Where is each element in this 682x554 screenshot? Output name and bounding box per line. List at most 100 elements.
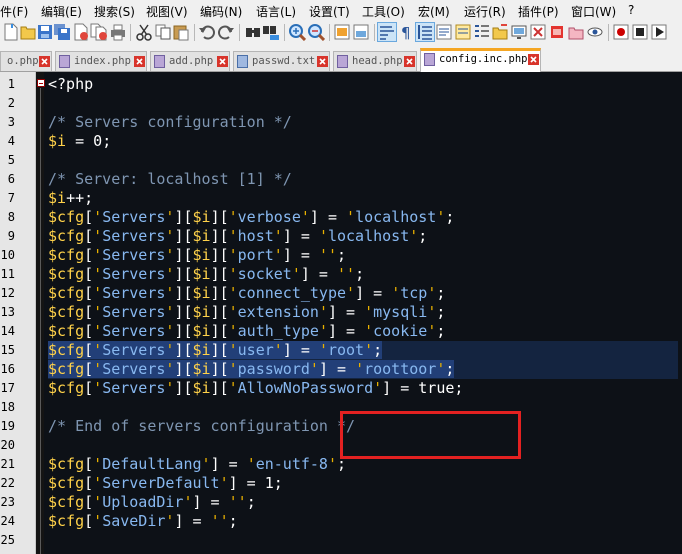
zoom-out-icon[interactable]	[307, 23, 325, 41]
code-line[interactable]: <?php	[48, 75, 678, 94]
stop-record-icon[interactable]	[548, 23, 566, 41]
code-line[interactable]: $cfg['UploadDir'] = '';	[48, 493, 678, 512]
tab-passwd-txt[interactable]: passwd.txt	[233, 51, 330, 71]
indent-guide-icon[interactable]	[415, 22, 435, 42]
line-number: 1	[7, 77, 15, 91]
close-tab-icon[interactable]	[528, 54, 539, 65]
menu-run[interactable]: 运行(R)	[464, 3, 506, 20]
close-all-icon[interactable]	[90, 23, 108, 41]
close-tab-icon[interactable]	[317, 56, 328, 67]
menu-plugins[interactable]: 插件(P)	[518, 3, 559, 20]
menu-help[interactable]: ?	[628, 3, 634, 17]
stop-record-icon[interactable]	[631, 23, 649, 41]
close-tab-icon[interactable]	[217, 56, 228, 67]
code-line[interactable]: $i = 0;	[48, 132, 678, 151]
code-line[interactable]: $cfg['Servers'][$i]['user'] = 'root';	[48, 341, 678, 360]
line-number: 11	[0, 267, 15, 281]
line-number: 16	[0, 362, 15, 376]
close-file-icon[interactable]	[72, 23, 90, 41]
code-line[interactable]: $cfg['Servers'][$i]['auth_type'] = 'cook…	[48, 322, 678, 341]
save-icon[interactable]	[36, 23, 54, 41]
show-all-chars-icon[interactable]: ¶	[397, 23, 415, 41]
function-list-icon[interactable]	[473, 23, 491, 41]
code-line[interactable]: $cfg['Servers'][$i]['host'] = 'localhost…	[48, 227, 678, 246]
menu-settings[interactable]: 设置(T)	[309, 3, 350, 20]
code-line-text: $cfg['Servers'][$i]['port'] = '';	[48, 246, 347, 264]
code-line[interactable]: $cfg['Servers'][$i]['socket'] = '';	[48, 265, 678, 284]
folder-workspace-icon[interactable]	[491, 23, 509, 41]
undo-icon[interactable]	[198, 23, 216, 41]
code-line[interactable]: $cfg['ServerDefault'] = 1;	[48, 474, 678, 493]
code-line[interactable]: $cfg['Servers'][$i]['port'] = '';	[48, 246, 678, 265]
code-line[interactable]	[48, 531, 678, 550]
paste-icon[interactable]	[172, 23, 190, 41]
menu-language[interactable]: 语言(L)	[256, 3, 296, 20]
code-line-text: /* End of servers configuration */	[48, 417, 356, 435]
document-icon	[337, 55, 348, 68]
new-file-icon[interactable]	[2, 23, 20, 41]
code-line[interactable]: $cfg['Servers'][$i]['verbose'] = 'localh…	[48, 208, 678, 227]
find-icon[interactable]	[244, 23, 262, 41]
document-icon	[237, 55, 248, 68]
open-file-icon[interactable]	[19, 23, 37, 41]
save-all-icon[interactable]	[53, 23, 71, 41]
code-line-text: $cfg['UploadDir'] = '';	[48, 493, 256, 511]
close-tab-icon[interactable]	[134, 56, 145, 67]
code-line-text: /* Servers configuration */	[48, 113, 292, 131]
code-line[interactable]	[48, 94, 678, 113]
code-editor[interactable]: 1 2 3 4 5 6 7 8 9 10 11 12 13 14 15 16 17 18 19 20 21 22 23 24 2…	[0, 72, 682, 554]
code-line[interactable]: $cfg['Servers'][$i]['connect_type'] = 't…	[48, 284, 678, 303]
code-line[interactable]: $cfg['Servers'][$i]['password'] = 'roott…	[48, 360, 678, 379]
print-icon[interactable]	[109, 23, 127, 41]
language-icon[interactable]	[435, 23, 453, 41]
playback-icon[interactable]	[650, 23, 668, 41]
menu-view[interactable]: 视图(V)	[146, 3, 188, 20]
sync-horizontal-icon[interactable]	[352, 23, 370, 41]
code-line[interactable]: /* Servers configuration */	[48, 113, 678, 132]
svg-text:¶: ¶	[401, 24, 411, 41]
replace-icon[interactable]	[262, 23, 280, 41]
line-number: 18	[0, 400, 15, 414]
menu-file[interactable]: 件(F)	[0, 3, 28, 20]
redo-icon[interactable]	[217, 23, 235, 41]
toolbar-separator	[239, 24, 240, 41]
line-number: 6	[7, 172, 15, 186]
code-line-text: $cfg['DefaultLang'] = 'en-utf-8';	[48, 455, 347, 473]
code-line[interactable]: /* Server: localhost [1] */	[48, 170, 678, 189]
close-tab-icon[interactable]	[39, 56, 50, 67]
copy-icon[interactable]	[154, 23, 172, 41]
fold-collapse-icon[interactable]	[37, 79, 45, 87]
tab-add-php[interactable]: add.php	[150, 51, 230, 71]
menu-tools[interactable]: 工具(O)	[362, 3, 405, 20]
code-line-text: $cfg['Servers'][$i]['user'] = 'root';	[48, 341, 383, 359]
menu-window[interactable]: 窗口(W)	[571, 3, 616, 20]
doc-map-icon[interactable]	[454, 23, 472, 41]
close-tab-icon[interactable]	[404, 56, 415, 67]
zoom-in-icon[interactable]	[288, 23, 306, 41]
record-macro-icon[interactable]	[529, 23, 547, 41]
sync-vertical-icon[interactable]	[333, 23, 351, 41]
eye-icon[interactable]	[586, 23, 604, 41]
line-number: 24	[0, 514, 15, 528]
menu-macro[interactable]: 宏(M)	[418, 3, 450, 20]
code-line[interactable]: $cfg['Servers'][$i]['AllowNoPassword'] =…	[48, 379, 678, 398]
code-line[interactable]: $cfg['Servers'][$i]['extension'] = 'mysq…	[48, 303, 678, 322]
line-number: 2	[7, 96, 15, 110]
folder-tree-icon[interactable]	[567, 23, 585, 41]
monitor-icon[interactable]	[510, 23, 528, 41]
tab-index-php[interactable]: index.php	[55, 51, 147, 71]
code-line[interactable]: $cfg['SaveDir'] = '';	[48, 512, 678, 531]
word-wrap-icon[interactable]	[377, 22, 397, 42]
code-line-text: $i++;	[48, 189, 94, 207]
cut-icon[interactable]	[135, 23, 153, 41]
menu-edit[interactable]: 编辑(E)	[41, 3, 82, 20]
menu-search[interactable]: 搜索(S)	[94, 3, 135, 20]
code-line[interactable]: $i++;	[48, 189, 678, 208]
tab-config-inc-php[interactable]: config.inc.php	[420, 48, 541, 72]
code-line[interactable]	[48, 151, 678, 170]
tab-o-php[interactable]: o.php	[0, 51, 52, 71]
code-line-text: $cfg['Servers'][$i]['AllowNoPassword'] =…	[48, 379, 464, 397]
record-macro-icon[interactable]	[612, 23, 630, 41]
menu-encoding[interactable]: 编码(N)	[200, 3, 242, 20]
tab-head-php[interactable]: head.php	[333, 51, 417, 71]
